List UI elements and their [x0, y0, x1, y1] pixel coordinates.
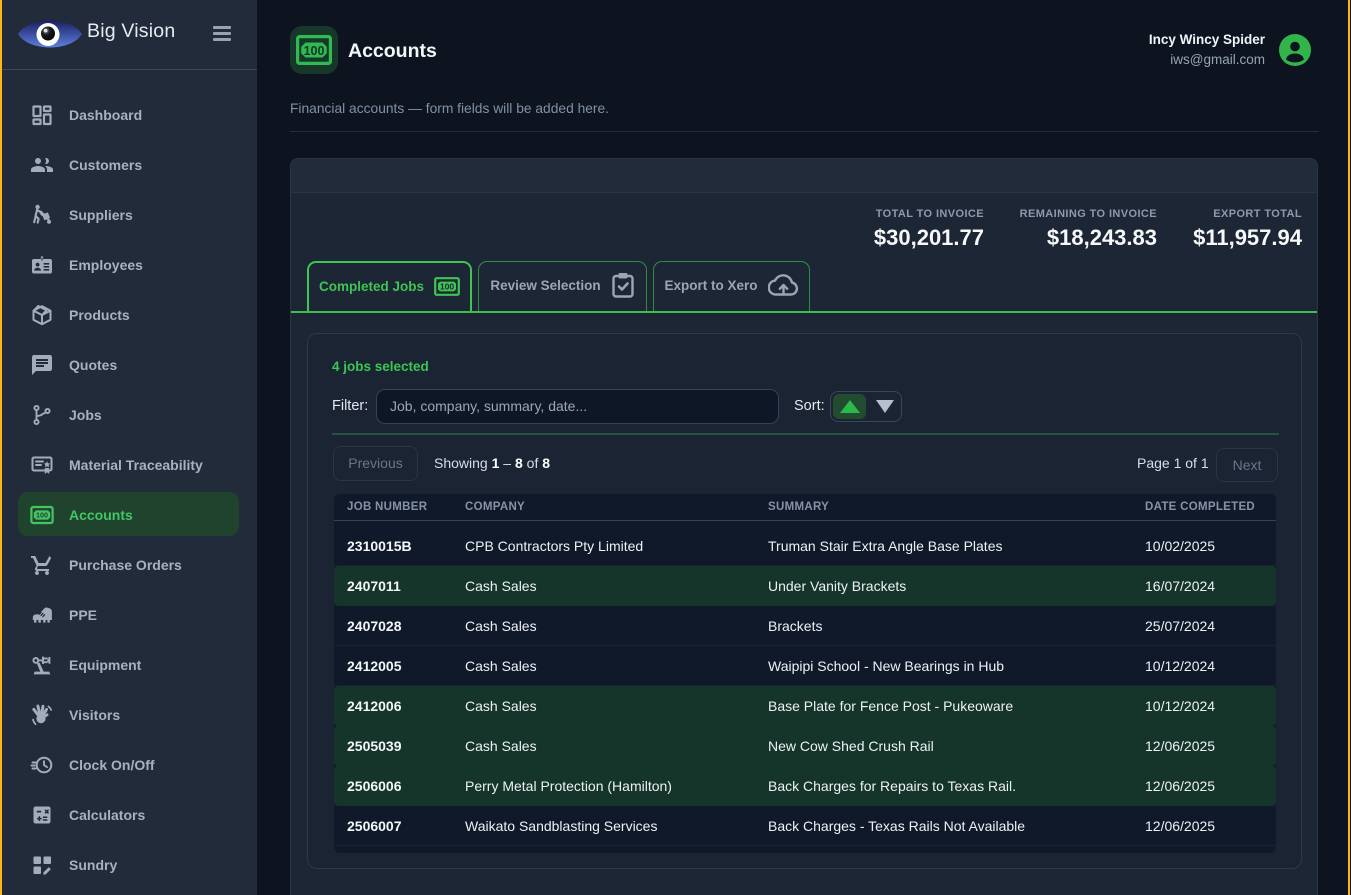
svg-text:100: 100	[304, 44, 325, 58]
svg-text:100: 100	[440, 281, 455, 291]
svg-text:100: 100	[36, 511, 48, 520]
